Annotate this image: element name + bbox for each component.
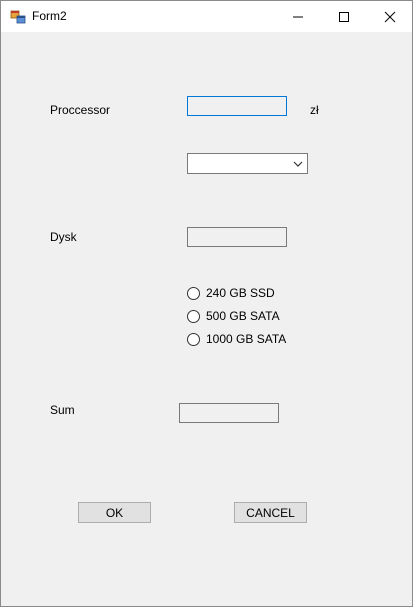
title-bar[interactable]: Form2 xyxy=(1,1,412,32)
maximize-icon xyxy=(339,11,349,22)
radio-circle[interactable] xyxy=(187,309,200,323)
cancel-button[interactable]: CANCEL xyxy=(234,502,307,523)
sum-output[interactable] xyxy=(179,403,279,423)
radio-label: 240 GB SSD xyxy=(206,286,275,300)
minimize-button[interactable] xyxy=(275,1,321,32)
radio-240gb-ssd[interactable]: 240 GB SSD xyxy=(187,286,275,300)
close-button[interactable] xyxy=(367,1,413,32)
window-title: Form2 xyxy=(32,9,67,23)
close-icon xyxy=(384,11,396,22)
processor-label: Proccessor xyxy=(50,103,111,117)
form-client-area: Proccessor zł Dysk 240 GB SSD 500 GB SAT… xyxy=(1,32,412,606)
radio-1000gb-sata[interactable]: 1000 GB SATA xyxy=(187,332,286,346)
maximize-button[interactable] xyxy=(321,1,367,32)
app-icon xyxy=(10,9,26,25)
chevron-down-icon xyxy=(293,161,303,167)
processor-combobox[interactable] xyxy=(187,153,308,174)
currency-label: zł xyxy=(310,103,319,117)
sum-label: Sum xyxy=(50,403,75,417)
radio-label: 1000 GB SATA xyxy=(206,332,287,346)
radio-circle[interactable] xyxy=(187,332,200,346)
radio-circle[interactable] xyxy=(187,286,200,300)
processor-price-input[interactable] xyxy=(187,96,287,116)
disk-price-input[interactable] xyxy=(187,227,287,247)
disk-label: Dysk xyxy=(50,230,77,244)
ok-button[interactable]: OK xyxy=(78,502,151,523)
radio-500gb-sata[interactable]: 500 GB SATA xyxy=(187,309,280,323)
form-window: Form2 Proccessor zł Dysk 240 GB SSD 500 … xyxy=(0,0,413,607)
minimize-icon xyxy=(293,16,303,17)
radio-label: 500 GB SATA xyxy=(206,309,280,323)
